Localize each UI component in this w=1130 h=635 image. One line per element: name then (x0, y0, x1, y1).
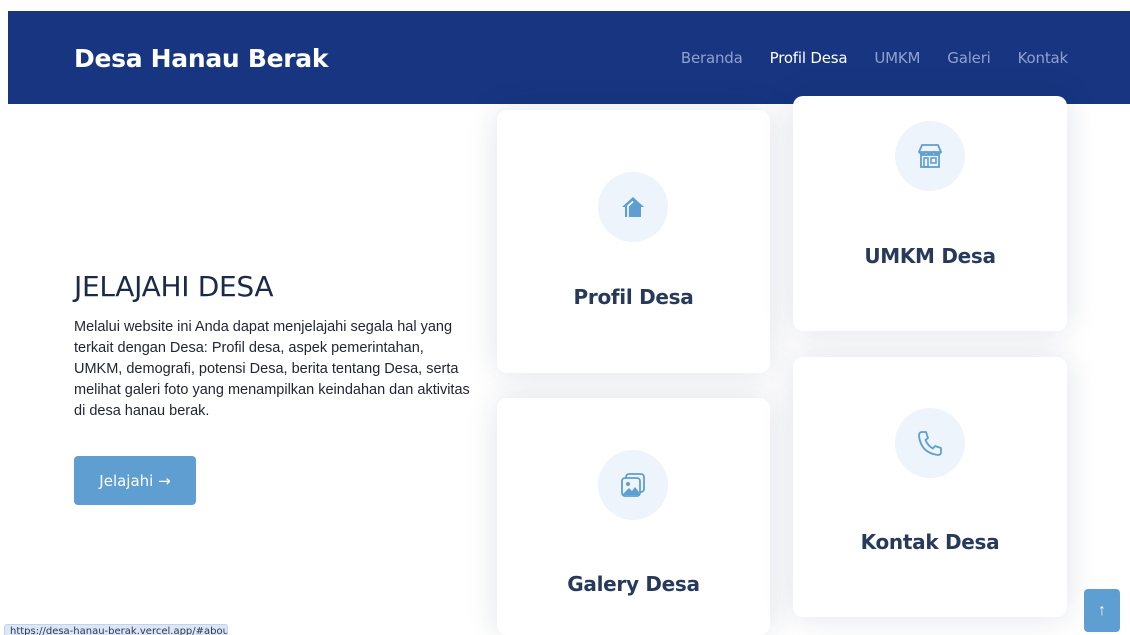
nav-item-beranda[interactable]: Beranda (681, 49, 743, 67)
card-title: Profil Desa (573, 285, 694, 309)
card-title: Galery Desa (567, 572, 700, 596)
hero-description: Melalui website ini Anda dapat menjelaja… (74, 319, 470, 419)
card-title: Kontak Desa (860, 530, 1000, 554)
home-icon (622, 197, 644, 217)
nav-item-kontak[interactable]: Kontak (1018, 49, 1069, 67)
nav-item-galeri[interactable]: Galeri (947, 49, 991, 67)
card-icon-circle (598, 172, 668, 242)
hero-title: JELAJAHI DESA (74, 270, 274, 303)
image-icon (621, 473, 645, 497)
card-icon-circle (598, 450, 668, 520)
back-to-top-button[interactable]: ↑ (1084, 589, 1120, 632)
phone-icon (918, 431, 942, 456)
card-profil-desa[interactable]: Profil Desa (497, 110, 770, 373)
nav-menu: Beranda Profil Desa UMKM Galeri Kontak (654, 49, 1068, 67)
card-icon-circle (895, 408, 965, 478)
nav-item-umkm[interactable]: UMKM (874, 49, 920, 67)
card-kontak-desa[interactable]: Kontak Desa (793, 357, 1067, 617)
status-bar-url: https://desa-hanau-berak.vercel.app/#abo… (4, 624, 228, 635)
store-icon (918, 144, 942, 168)
explore-button[interactable]: Jelajahi → (74, 456, 196, 505)
card-icon-circle (895, 121, 965, 191)
card-umkm-desa[interactable]: UMKM Desa (793, 96, 1067, 331)
site-brand[interactable]: Desa Hanau Berak (74, 44, 328, 73)
card-galery-desa[interactable]: Galery Desa (497, 398, 770, 635)
top-navbar: Desa Hanau Berak Beranda Profil Desa UMK… (8, 11, 1130, 104)
nav-item-profil-desa[interactable]: Profil Desa (770, 49, 848, 67)
card-title: UMKM Desa (864, 244, 996, 268)
